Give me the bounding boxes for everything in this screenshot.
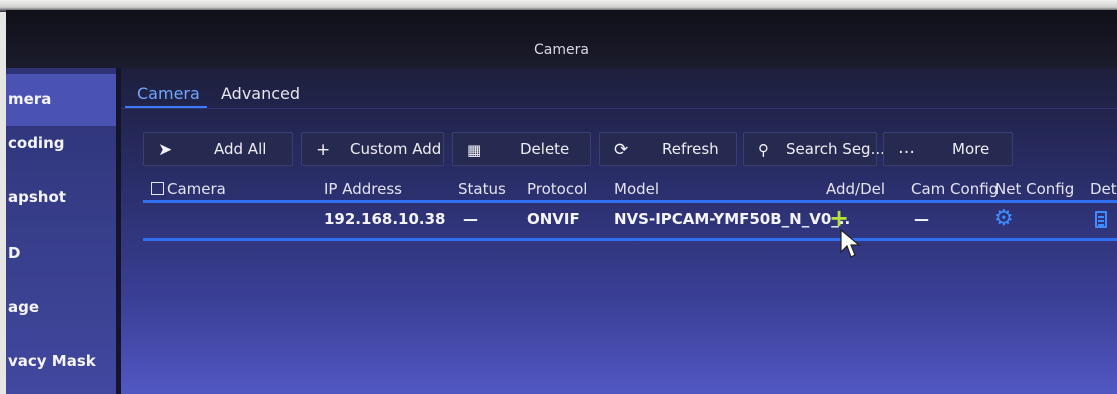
select-all-checkbox[interactable] bbox=[151, 182, 164, 195]
search-segment-button[interactable]: ⚲ Search Seg... bbox=[743, 132, 885, 166]
sidebar-item-encoding[interactable]: coding bbox=[6, 134, 116, 152]
add-all-label: Add All bbox=[214, 140, 267, 158]
column-header-protocol: Protocol bbox=[527, 180, 588, 198]
sidebar-item-osd[interactable]: D bbox=[6, 244, 116, 262]
sidebar-item-label: apshot bbox=[8, 188, 66, 206]
title-bar: Camera bbox=[6, 10, 1117, 68]
tabs-divider bbox=[121, 108, 1117, 109]
refresh-icon: ⟳ bbox=[614, 140, 629, 160]
sidebar-item-label: coding bbox=[8, 134, 65, 152]
search-label: Search Seg... bbox=[786, 140, 885, 158]
more-button[interactable]: … More bbox=[883, 132, 1013, 166]
delete-button[interactable]: ▦ Delete bbox=[452, 132, 591, 166]
nvr-screen: Camera mera coding apshot D age vacy Mas… bbox=[6, 10, 1117, 394]
add-all-button[interactable]: ➤ Add All bbox=[143, 132, 293, 166]
more-label: More bbox=[952, 140, 990, 158]
add-all-icon: ➤ bbox=[158, 140, 173, 160]
mouse-cursor-icon bbox=[840, 228, 861, 258]
column-header-model: Model bbox=[614, 180, 660, 198]
search-icon: ⚲ bbox=[758, 141, 769, 159]
plus-icon: + bbox=[316, 140, 331, 160]
column-header-detail: Detai bbox=[1090, 180, 1117, 198]
column-header-cam-config: Cam Config bbox=[911, 180, 999, 198]
cell-protocol: ONVIF bbox=[527, 210, 580, 228]
sidebar-item-label: age bbox=[8, 298, 40, 316]
cell-model: NVS-IPCAM-YMF50B_N_V0_.. bbox=[614, 210, 851, 228]
sidebar-item-label: vacy Mask bbox=[8, 352, 96, 370]
main-content: Camera Advanced ➤ Add All + Custom Add ▦… bbox=[121, 68, 1117, 394]
cell-ip-address: 192.168.10.38 bbox=[324, 210, 446, 228]
sidebar-item-image[interactable]: age bbox=[6, 298, 116, 316]
tab-advanced[interactable]: Advanced bbox=[221, 84, 300, 103]
header-divider bbox=[143, 200, 1117, 203]
gear-icon[interactable]: ⚙ bbox=[994, 206, 1014, 231]
cell-status: — bbox=[463, 210, 478, 228]
window-title: Camera bbox=[534, 42, 589, 58]
sidebar-item-label: D bbox=[8, 244, 21, 262]
column-header-ip-address: IP Address bbox=[324, 180, 402, 198]
column-header-add-del: Add/Del bbox=[826, 180, 886, 198]
sidebar-item-snapshot[interactable]: apshot bbox=[6, 188, 116, 206]
trash-icon: ▦ bbox=[467, 141, 482, 159]
more-dots-icon: … bbox=[898, 138, 915, 158]
cell-cam-config: — bbox=[914, 210, 929, 228]
sidebar: mera coding apshot D age vacy Mask bbox=[6, 68, 116, 394]
column-header-status: Status bbox=[458, 180, 506, 198]
custom-add-label: Custom Add bbox=[350, 140, 442, 158]
custom-add-button[interactable]: + Custom Add bbox=[301, 132, 444, 166]
sidebar-item-privacy-mask[interactable]: vacy Mask bbox=[6, 352, 116, 370]
delete-label: Delete bbox=[520, 140, 570, 158]
sidebar-item-label: mera bbox=[8, 90, 52, 108]
document-icon[interactable] bbox=[1095, 211, 1107, 228]
row-divider bbox=[143, 238, 1117, 241]
refresh-button[interactable]: ⟳ Refresh bbox=[599, 132, 737, 166]
sidebar-item-camera[interactable]: mera bbox=[6, 74, 116, 126]
refresh-label: Refresh bbox=[662, 140, 719, 158]
column-header-label: Camera bbox=[167, 180, 226, 198]
column-header-camera[interactable]: Camera bbox=[151, 180, 226, 198]
tab-camera[interactable]: Camera bbox=[137, 84, 200, 103]
column-header-net-config: Net Config bbox=[995, 180, 1075, 198]
